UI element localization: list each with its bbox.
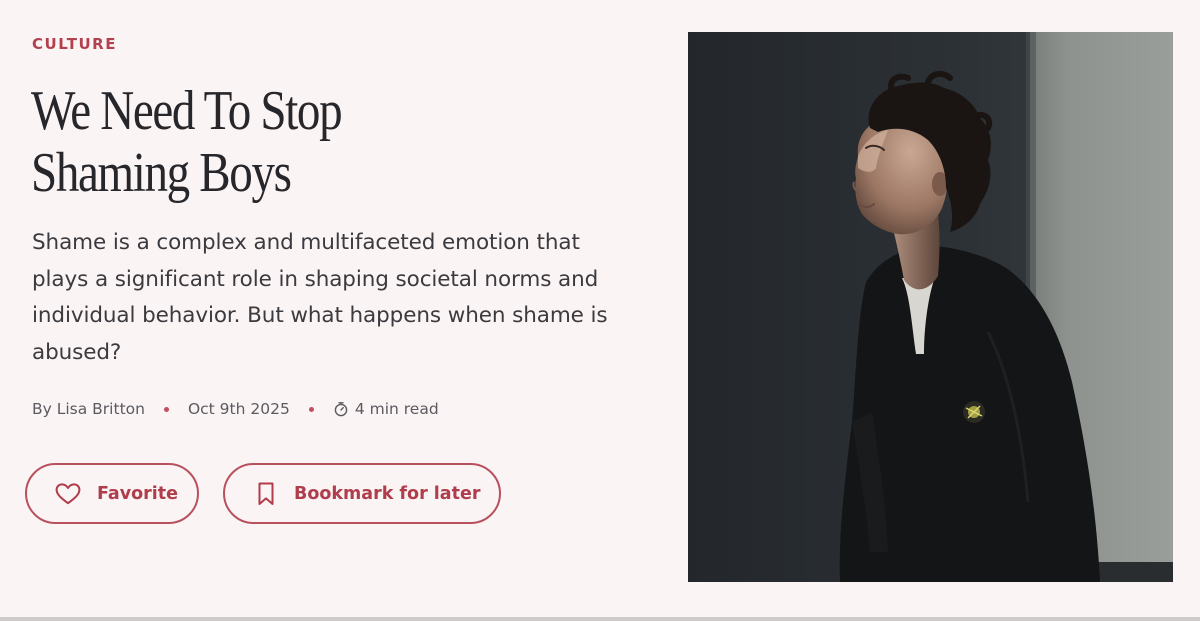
article-title: We Need To Stop Shaming Boys (31, 80, 501, 204)
favorite-button[interactable]: Favorite (25, 463, 199, 524)
bookmark-button-label: Bookmark for later (294, 483, 481, 504)
favorite-button-label: Favorite (97, 483, 179, 504)
publish-date: Oct 9th 2025 (187, 400, 290, 418)
bookmark-icon (257, 482, 275, 506)
bookmark-button[interactable]: Bookmark for later (223, 463, 501, 524)
article-summary: Shame is a complex and multifaceted emot… (32, 230, 608, 365)
article-title-line-1: We Need To Stop (31, 80, 343, 142)
heart-icon (55, 482, 81, 505)
stopwatch-icon (333, 401, 349, 417)
read-time-label: 4 min read (354, 400, 439, 418)
bottom-divider (0, 617, 1200, 621)
category-label[interactable]: CULTURE (32, 35, 117, 53)
author-byline: By Lisa Britton (32, 400, 145, 418)
read-time: 4 min read (333, 400, 439, 418)
article-hero-section: CULTURE We Need To Stop Shaming Boys Sha… (0, 0, 1200, 617)
meta-separator-dot (163, 406, 169, 412)
hero-photo (688, 32, 1173, 582)
meta-separator-dot (308, 406, 314, 412)
hero-photo-illustration (688, 32, 1173, 582)
article-title-line-2: Shaming Boys (31, 142, 292, 204)
article-meta: By Lisa Britton Oct 9th 2025 4 min read (32, 397, 439, 421)
